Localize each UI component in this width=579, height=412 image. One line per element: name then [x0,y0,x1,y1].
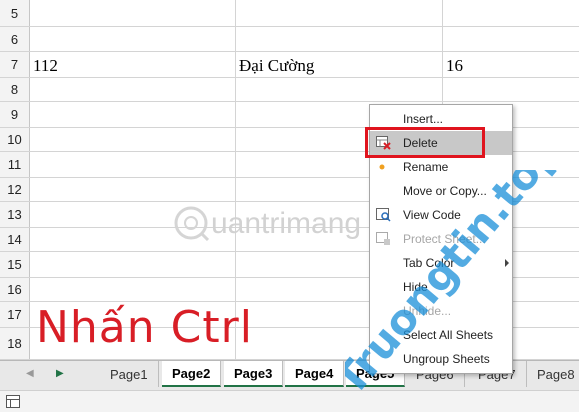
row-header[interactable]: 18 [0,328,30,359]
menu-item-label: Ungroup Sheets [403,352,490,366]
row-header[interactable]: 5 [0,0,30,26]
submenu-arrow-icon [505,259,509,267]
sheet-tab[interactable]: Page3 [224,361,284,387]
menu-item-label: Unhide... [403,304,452,318]
row-header[interactable]: 15 [0,252,30,277]
menu-item-hide[interactable]: Hide [370,275,512,299]
grid-cell[interactable] [30,278,236,301]
delete-sheet-icon [376,136,392,150]
grid-cell[interactable] [443,27,579,51]
sheet-tab[interactable]: Page1 [100,361,159,387]
menu-item-label: Move or Copy... [403,184,487,198]
bullet-icon [376,160,392,174]
menu-item-view-code[interactable]: View Code [370,203,512,227]
row-header[interactable]: 16 [0,278,30,301]
grid-cell[interactable] [236,27,443,51]
menu-item-label: Insert... [403,112,444,126]
grid-cell[interactable] [30,152,236,177]
menu-item-label: Select All Sheets [403,328,494,342]
grid-cell[interactable] [236,78,443,101]
grid-row: 5 [0,0,579,27]
row-header[interactable]: 7 [0,52,30,77]
row-header[interactable]: 12 [0,178,30,201]
scroll-tabs-right-icon[interactable]: ▶ [56,368,64,379]
row-header[interactable]: 13 [0,202,30,227]
menu-item-label: Tab Color [403,256,455,270]
row-header[interactable]: 17 [0,302,30,327]
scroll-tabs-left-icon[interactable]: ◀ [26,368,34,379]
sheet-tab[interactable]: Page4 [285,361,345,387]
grid-cell[interactable] [30,27,236,51]
sheet-tab[interactable]: Page2 [162,361,222,387]
grid-cell[interactable] [30,228,236,251]
annotation-text: Nhấn Ctrl [36,302,253,353]
grid-cell[interactable] [30,102,236,127]
menu-item-move-or-copy[interactable]: Move or Copy... [370,179,512,203]
protect-sheet-icon [376,232,392,246]
row-header[interactable]: 9 [0,102,30,127]
grid-cell[interactable] [30,0,236,26]
menu-item-rename[interactable]: Rename [370,155,512,179]
grid-cell[interactable] [443,78,579,101]
grid-cell[interactable]: Đại Cường [236,52,443,77]
grid-cell[interactable] [30,178,236,201]
menu-item-tab-color[interactable]: Tab Color [370,251,512,275]
menu-item-label: Delete [403,136,438,150]
grid-cell[interactable]: 112 [30,52,236,77]
row-header[interactable]: 10 [0,128,30,151]
sheet-tab-context-menu: Insert... Delete Rename Move or Copy... View… [369,104,513,374]
grid-cell[interactable]: 16 [443,52,579,77]
menu-item-insert[interactable]: Insert... [370,107,512,131]
row-header[interactable]: 8 [0,78,30,101]
menu-item-label: Rename [403,160,449,174]
menu-item-label: Hide [403,280,428,294]
grid-row: 6 [0,27,579,52]
row-header[interactable]: 14 [0,228,30,251]
row-header[interactable]: 6 [0,27,30,51]
grid-row: 8 [0,78,579,102]
macro-record-icon[interactable] [6,395,20,408]
menu-item-ungroup-sheets[interactable]: Ungroup Sheets [370,347,512,371]
view-code-icon [376,208,392,222]
menu-item-label: View Code [403,208,461,222]
grid-cell[interactable] [30,252,236,277]
grid-cell[interactable] [443,0,579,26]
menu-item-protect-sheet[interactable]: Protect Sheet... [370,227,512,251]
grid-cell[interactable] [30,78,236,101]
grid-row: 7 112 Đại Cường 16 [0,52,579,78]
sheet-tab[interactable]: Page8 [527,361,579,387]
row-header[interactable]: 11 [0,152,30,177]
status-bar [0,390,579,412]
grid-cell[interactable] [236,0,443,26]
grid-cell[interactable] [30,202,236,227]
menu-item-label: Protect Sheet... [403,232,486,246]
menu-item-delete[interactable]: Delete [370,131,512,155]
menu-item-select-all-sheets[interactable]: Select All Sheets [370,323,512,347]
grid-cell[interactable] [30,128,236,151]
menu-item-unhide[interactable]: Unhide... [370,299,512,323]
